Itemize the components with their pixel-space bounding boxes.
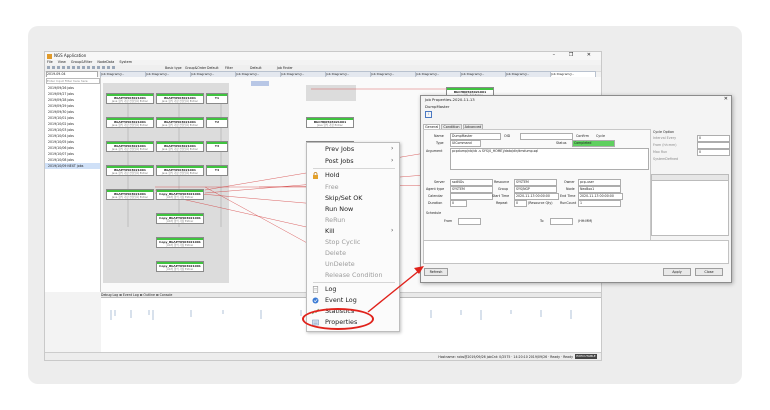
annotation-arrow	[367, 266, 424, 313]
